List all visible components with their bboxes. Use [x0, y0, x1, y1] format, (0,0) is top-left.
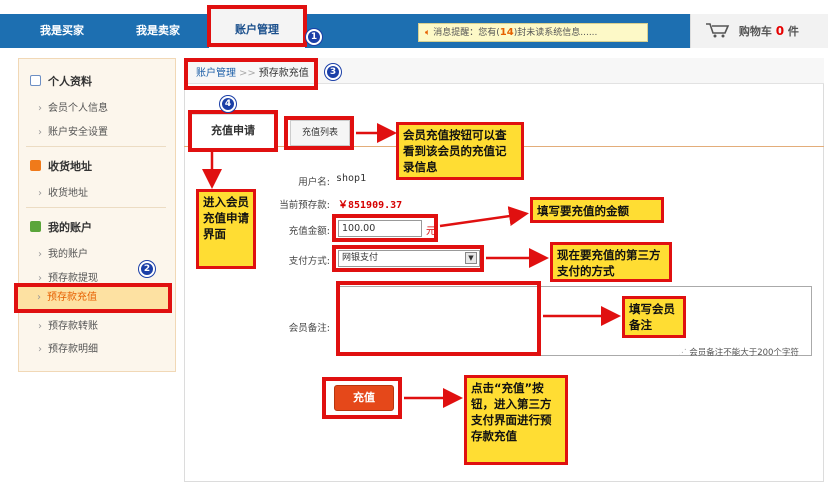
arrow-amount — [439, 206, 529, 228]
annotation-arrows — [202, 123, 621, 408]
